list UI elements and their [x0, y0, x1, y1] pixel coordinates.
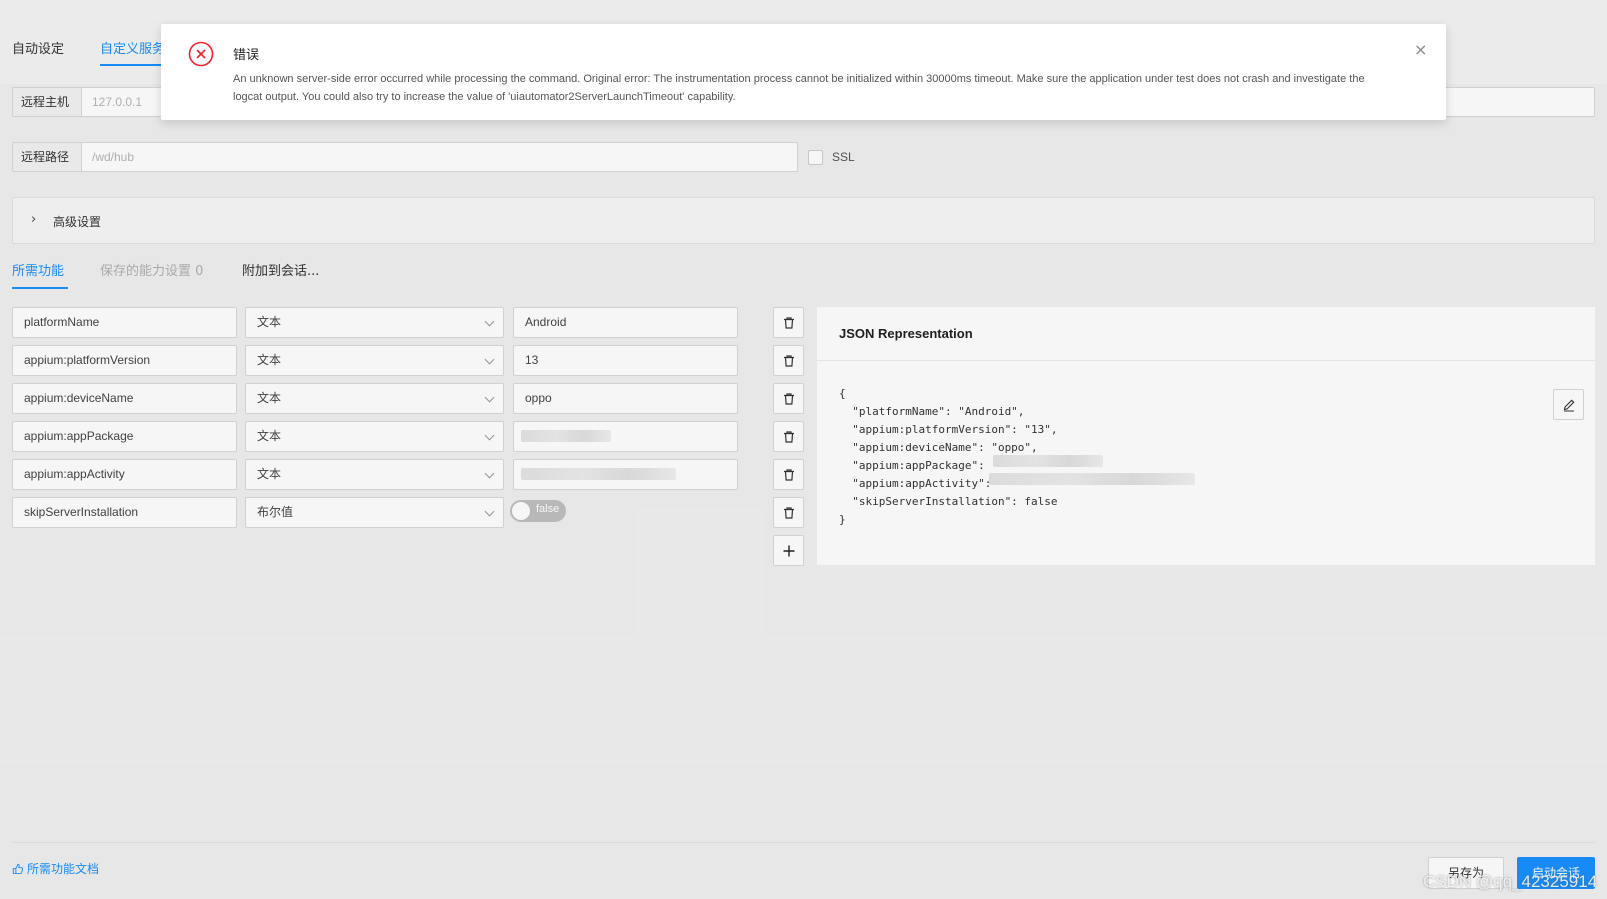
- advanced-settings-label: 高级设置: [53, 215, 102, 229]
- capability-type-select[interactable]: 文本: [245, 421, 504, 452]
- capability-value-input[interactable]: Android: [513, 307, 738, 338]
- redacted-value: [521, 468, 676, 480]
- delete-capability-button[interactable]: [773, 345, 804, 376]
- tab-desired-capabilities[interactable]: 所需功能: [12, 260, 64, 279]
- trash-icon: [783, 354, 794, 367]
- chevron-down-icon: [484, 468, 495, 479]
- trash-icon: [783, 468, 794, 481]
- json-line: }: [839, 513, 846, 526]
- capability-type-select[interactable]: 布尔值: [245, 497, 504, 528]
- delete-capability-button[interactable]: [773, 307, 804, 338]
- capability-type-value: 文本: [257, 353, 282, 367]
- capability-name-input[interactable]: appium:appActivity: [12, 459, 237, 490]
- json-line: "appium:platformVersion": "13",: [839, 423, 1058, 436]
- edit-json-button[interactable]: [1553, 389, 1584, 420]
- capability-type-select[interactable]: 文本: [245, 345, 504, 376]
- close-icon[interactable]: ×: [1414, 40, 1427, 59]
- tab-auto-settings[interactable]: 自动设定: [12, 38, 64, 57]
- watermark: CSDN @qq_42325914: [1423, 872, 1598, 891]
- capability-type-select[interactable]: 文本: [245, 459, 504, 490]
- trash-icon: [783, 506, 794, 519]
- notification-title: 错误: [233, 48, 260, 63]
- trash-icon: [783, 316, 794, 329]
- ssl-label: SSL: [832, 150, 855, 164]
- chevron-down-icon: [484, 354, 495, 365]
- capability-type-value: 文本: [257, 391, 282, 405]
- capability-type-value: 文本: [257, 315, 282, 329]
- capability-value-input[interactable]: 13: [513, 345, 738, 376]
- plus-icon: [783, 545, 794, 556]
- chevron-down-icon: [484, 392, 495, 403]
- delete-capability-button[interactable]: [773, 459, 804, 490]
- capabilities-docs-label: 所需功能文档: [27, 862, 100, 876]
- json-line: "platformName": "Android",: [839, 405, 1025, 418]
- boolean-toggle[interactable]: false: [510, 500, 566, 522]
- capability-name-input[interactable]: appium:deviceName: [12, 383, 237, 414]
- delete-capability-button[interactable]: [773, 421, 804, 452]
- redacted-value: [521, 430, 611, 442]
- capability-name-input[interactable]: appium:appPackage: [12, 421, 237, 452]
- json-panel-header: JSON Representation: [817, 307, 1595, 361]
- thumbs-up-icon: [12, 863, 24, 874]
- chevron-down-icon: [484, 316, 495, 327]
- chevron-right-icon: ›: [31, 212, 37, 227]
- capability-type-value: 文本: [257, 467, 282, 481]
- footer-divider: [12, 842, 1595, 843]
- capability-name-input[interactable]: platformName: [12, 307, 237, 338]
- capability-type-select[interactable]: 文本: [245, 307, 504, 338]
- chevron-down-icon: [484, 430, 495, 441]
- trash-icon: [783, 392, 794, 405]
- capability-tab-indicator: [12, 287, 68, 289]
- toggle-knob: [512, 502, 530, 520]
- capability-name-input[interactable]: appium:platformVersion: [12, 345, 237, 376]
- toggle-label: false: [536, 503, 560, 515]
- remote-path-input[interactable]: [81, 142, 798, 172]
- error-circle-icon: [188, 41, 214, 67]
- notification-message: An unknown server-side error occurred wh…: [233, 73, 1365, 103]
- capability-value-input[interactable]: oppo: [513, 383, 738, 414]
- remote-host-label: 远程主机: [12, 87, 81, 117]
- capability-type-value: 文本: [257, 429, 282, 443]
- tab-saved-capability-sets[interactable]: 保存的能力设置 0: [100, 260, 203, 279]
- active-tab-indicator: [100, 64, 164, 66]
- json-line: {: [839, 387, 846, 400]
- tab-attach-to-session[interactable]: 附加到会话...: [242, 260, 319, 279]
- json-line: "skipServerInstallation": false: [839, 495, 1058, 508]
- tab-custom-server[interactable]: 自定义服务: [100, 38, 165, 57]
- add-capability-button[interactable]: [773, 535, 804, 566]
- json-representation-panel: JSON Representation { "platformName": "A…: [817, 307, 1595, 565]
- delete-capability-button[interactable]: [773, 383, 804, 414]
- redacted-json-value: [993, 455, 1103, 467]
- redacted-json-value: [989, 473, 1195, 485]
- advanced-settings-collapse[interactable]: › 高级设置: [12, 197, 1595, 244]
- trash-icon: [783, 430, 794, 443]
- remote-path-label: 远程路径: [12, 142, 81, 172]
- edit-icon: [1563, 399, 1574, 412]
- chevron-down-icon: [484, 506, 495, 517]
- delete-capability-button[interactable]: [773, 497, 804, 528]
- capability-name-input[interactable]: skipServerInstallation: [12, 497, 237, 528]
- ssl-checkbox[interactable]: [808, 150, 823, 165]
- capability-type-select[interactable]: 文本: [245, 383, 504, 414]
- error-notification: 错误 An unknown server-side error occurred…: [161, 24, 1446, 120]
- capability-type-value: 布尔值: [257, 505, 294, 519]
- capabilities-docs-link[interactable]: 所需功能文档: [12, 860, 99, 877]
- json-panel-title: JSON Representation: [839, 326, 973, 341]
